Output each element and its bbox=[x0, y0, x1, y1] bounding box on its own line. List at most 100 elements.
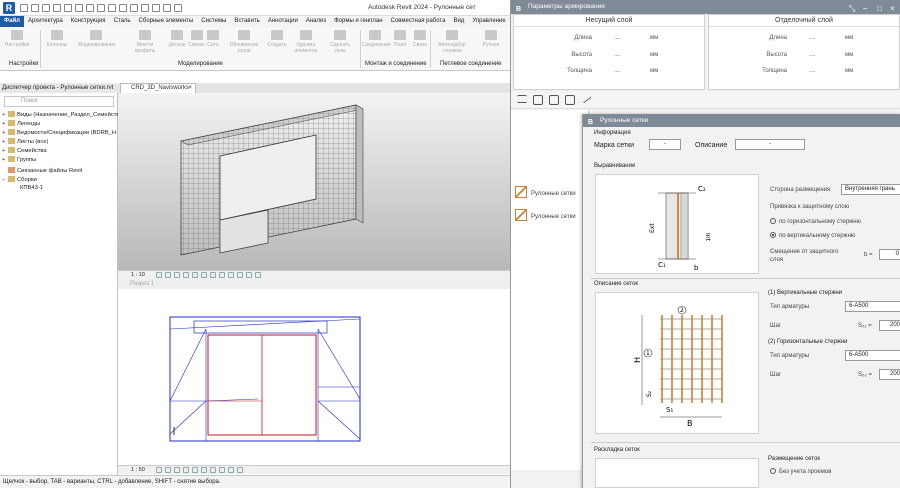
menu-steel[interactable]: Сталь bbox=[110, 16, 135, 27]
visual-style-icon[interactable] bbox=[165, 467, 171, 473]
project-browser-search-input[interactable]: Поиск bbox=[4, 96, 114, 107]
bind-horizontal-radio[interactable]: по горизонтальному стержню bbox=[770, 218, 861, 225]
section-view[interactable] bbox=[118, 289, 511, 465]
ribbon-autofit-button[interactable]: Автоподбор стержня bbox=[432, 30, 472, 54]
revit-logo-icon[interactable]: R bbox=[3, 2, 15, 14]
menu-view[interactable]: Вид bbox=[449, 16, 468, 27]
comment-icon[interactable] bbox=[549, 95, 559, 105]
open-icon[interactable] bbox=[20, 4, 28, 12]
menu-architecture[interactable]: Архитектура bbox=[24, 16, 67, 27]
ribbon-connection-button[interactable]: Соединение bbox=[362, 30, 391, 48]
undo-icon[interactable] bbox=[53, 4, 61, 12]
filter-icon[interactable] bbox=[565, 95, 575, 105]
no-openings-radio[interactable]: Без учета проемов bbox=[770, 468, 831, 475]
constraints-icon[interactable] bbox=[255, 272, 261, 278]
save-icon[interactable] bbox=[31, 4, 39, 12]
shadows-icon[interactable] bbox=[183, 272, 189, 278]
menu-massing[interactable]: Формы и генплан bbox=[330, 16, 386, 27]
vertical-step-input[interactable]: 200 bbox=[879, 320, 900, 331]
detail-level-icon[interactable] bbox=[156, 467, 162, 473]
offset-input[interactable]: 0 bbox=[879, 249, 900, 260]
menu-insert[interactable]: Вставить bbox=[230, 16, 263, 27]
print-icon[interactable] bbox=[75, 4, 83, 12]
sun-path-icon[interactable] bbox=[174, 467, 180, 473]
ribbon-profile-button[interactable]: Ввести профиль bbox=[132, 30, 158, 54]
constraints-icon[interactable] bbox=[237, 467, 243, 473]
ribbon-create-button[interactable]: Создать bbox=[264, 30, 290, 48]
ribbon-modeling-button[interactable]: Моделирование bbox=[78, 30, 115, 48]
measure-icon[interactable] bbox=[86, 4, 94, 12]
tree-item-groups[interactable]: + Группы bbox=[2, 156, 36, 163]
temp-hide-icon[interactable] bbox=[219, 272, 225, 278]
section-icon[interactable] bbox=[141, 4, 149, 12]
temp-hide-icon[interactable] bbox=[210, 467, 216, 473]
menu-annotate[interactable]: Аннотации bbox=[264, 16, 302, 27]
redo-icon[interactable] bbox=[64, 4, 72, 12]
menu-file[interactable]: Файл bbox=[0, 16, 24, 27]
export-icon[interactable] bbox=[533, 95, 543, 105]
menu-collaborate[interactable]: Совместная работа bbox=[387, 16, 450, 27]
menu-precast[interactable]: Сборные элементы bbox=[135, 16, 198, 27]
3d-view-icon[interactable] bbox=[130, 4, 138, 12]
section-view-header[interactable]: Разрез 1 bbox=[118, 279, 511, 289]
menu-manage[interactable]: Управление bbox=[468, 16, 509, 27]
analytical-icon[interactable] bbox=[237, 272, 243, 278]
view-scale[interactable]: 1 : 50 bbox=[131, 467, 145, 473]
show-crop-icon[interactable] bbox=[201, 272, 207, 278]
tree-item-schedules[interactable]: + Ведомости/Спецификации (BDRB_Н bbox=[2, 129, 116, 136]
highlight-icon[interactable] bbox=[246, 272, 252, 278]
show-crop-icon[interactable] bbox=[201, 467, 207, 473]
horizontal-type-select[interactable]: 6-A500 bbox=[845, 350, 900, 361]
3d-view[interactable] bbox=[118, 93, 511, 270]
menu-analyze[interactable]: Анализ bbox=[302, 16, 330, 27]
menu-icon[interactable] bbox=[517, 95, 527, 103]
tree-item-legends[interactable]: + Легенды bbox=[2, 120, 40, 127]
text-icon[interactable] bbox=[119, 4, 127, 12]
tree-item-families[interactable]: + Семейства bbox=[2, 147, 47, 154]
ribbon-links-button[interactable]: Связи bbox=[410, 30, 430, 48]
highlight-icon[interactable] bbox=[228, 467, 234, 473]
bind-vertical-radio[interactable]: по вертикальному стержню bbox=[770, 232, 855, 239]
tree-item-assemblies[interactable]: − Сборки bbox=[2, 176, 37, 183]
ribbon-delete-button[interactable]: Удалить элементы bbox=[290, 30, 322, 54]
crop-icon[interactable] bbox=[192, 272, 198, 278]
visual-style-icon[interactable] bbox=[165, 272, 171, 278]
switch-windows-icon[interactable] bbox=[174, 4, 182, 12]
close-icon[interactable]: × bbox=[188, 84, 192, 93]
sync-icon[interactable] bbox=[42, 4, 50, 12]
ribbon-nodes-button[interactable]: Сделать узлы bbox=[324, 30, 356, 54]
shadows-icon[interactable] bbox=[183, 467, 189, 473]
ribbon-update-button[interactable]: Обновление узлов bbox=[228, 30, 260, 54]
ribbon-fields-button[interactable]: Поля bbox=[390, 30, 410, 48]
mark-input[interactable]: - bbox=[649, 139, 681, 150]
description-input[interactable]: - bbox=[735, 139, 805, 150]
sun-path-icon[interactable] bbox=[174, 272, 180, 278]
close-hidden-icon[interactable] bbox=[163, 4, 171, 12]
crop-icon[interactable] bbox=[192, 467, 198, 473]
brush-icon[interactable] bbox=[580, 92, 592, 104]
reveal-icon[interactable] bbox=[219, 467, 225, 473]
detail-level-icon[interactable] bbox=[156, 272, 162, 278]
lock-icon[interactable] bbox=[210, 272, 216, 278]
dimension-icon[interactable] bbox=[97, 4, 105, 12]
ribbon-sieve-button[interactable]: Сито bbox=[200, 30, 226, 48]
ribbon-settings-button[interactable]: Настройки bbox=[4, 30, 30, 48]
horizontal-step-input[interactable]: 200 bbox=[879, 369, 900, 380]
tag-icon[interactable] bbox=[108, 4, 116, 12]
tree-item-views[interactable]: + Виды (Назначение_Раздел_Семейство) bbox=[2, 111, 125, 118]
ribbon-manual-button[interactable]: Ручное bbox=[476, 30, 506, 48]
list-item[interactable]: Рулонные сетки bbox=[515, 209, 576, 221]
view-scale[interactable]: 1 : 10 bbox=[131, 272, 145, 278]
tree-item-assembly-kpv[interactable]: КПВ43-1 bbox=[20, 185, 43, 191]
menu-systems[interactable]: Системы bbox=[197, 16, 230, 27]
vertical-type-select[interactable]: 6-A500 bbox=[845, 301, 900, 312]
view-tab-3d[interactable]: CRD_3D_Navisworks × bbox=[120, 83, 196, 93]
thin-lines-icon[interactable] bbox=[152, 4, 160, 12]
menu-structure[interactable]: Конструкция bbox=[67, 16, 110, 27]
ribbon-columns-button[interactable]: Колонны bbox=[44, 30, 70, 48]
list-item[interactable]: Рулонные сетки bbox=[515, 186, 576, 198]
tree-item-links[interactable]: Связанные файлы Revit bbox=[2, 167, 82, 174]
tree-item-sheets[interactable]: + Листы (все) bbox=[2, 138, 48, 145]
side-select[interactable]: Внутренняя грань bbox=[841, 184, 900, 195]
reveal-icon[interactable] bbox=[228, 272, 234, 278]
